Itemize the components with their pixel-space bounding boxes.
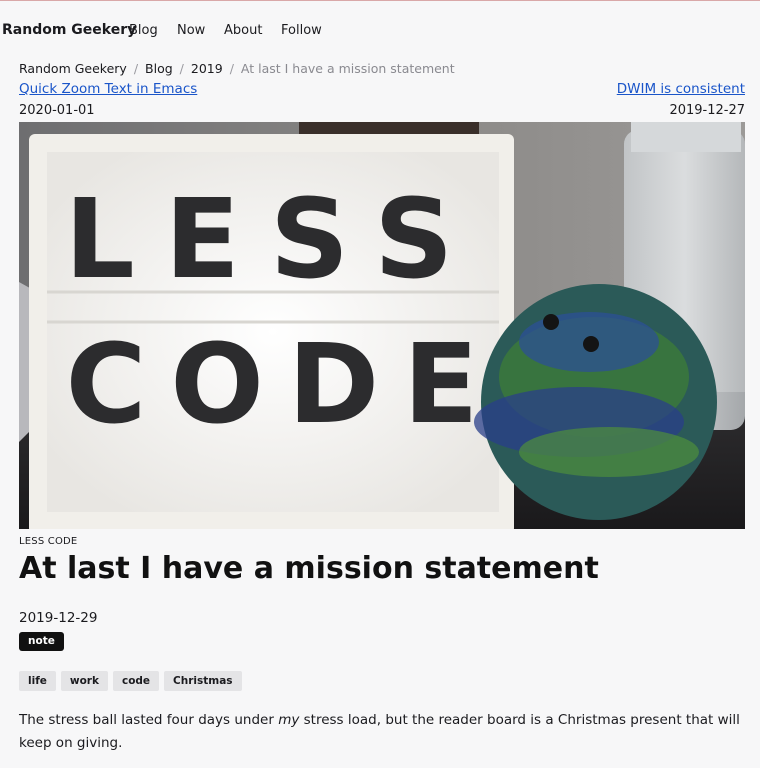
breadcrumb-separator: /: [229, 61, 234, 76]
nav-link-now[interactable]: Now: [177, 23, 205, 38]
post-body: The stress ball lasted four days under m…: [19, 709, 747, 755]
tag-list: life work code Christmas: [19, 671, 242, 691]
prev-post-link[interactable]: Quick Zoom Text in Emacs: [19, 81, 197, 97]
site-brand-link[interactable]: Random Geekery: [2, 22, 136, 38]
sign-line-1: LESS: [65, 175, 484, 303]
hero-image: LESS CODE: [19, 122, 745, 529]
breadcrumb-separator: /: [133, 61, 139, 76]
post-title: At last I have a mission statement: [19, 551, 599, 586]
breadcrumb-separator: /: [179, 61, 184, 76]
breadcrumb-home[interactable]: Random Geekery: [19, 61, 127, 76]
tag-work[interactable]: work: [60, 671, 108, 691]
tag-life[interactable]: life: [19, 671, 56, 691]
next-post-date: 2019-12-27: [669, 103, 745, 118]
breadcrumb: Random Geekery / Blog / 2019 / At last I…: [19, 61, 455, 76]
nav-link-about[interactable]: About: [224, 23, 262, 38]
post-type-badge[interactable]: note: [19, 632, 64, 651]
next-post-link[interactable]: DWIM is consistent: [617, 81, 745, 97]
tag-christmas[interactable]: Christmas: [164, 671, 242, 691]
sign-line-2: CODE: [66, 320, 503, 448]
body-text-part: The stress ball lasted four days under: [19, 712, 279, 728]
tag-code[interactable]: code: [112, 671, 160, 691]
prev-post-date: 2020-01-01: [19, 103, 95, 118]
post-date: 2019-12-29: [19, 610, 98, 626]
nav-link-blog[interactable]: Blog: [129, 23, 158, 38]
nav-link-follow[interactable]: Follow: [281, 23, 322, 38]
top-nav: Random Geekery Blog Now About Follow: [0, 1, 760, 59]
breadcrumb-year[interactable]: 2019: [191, 61, 223, 76]
breadcrumb-blog[interactable]: Blog: [145, 61, 173, 76]
body-text-emphasis: my: [278, 712, 300, 728]
breadcrumb-current: At last I have a mission statement: [240, 61, 455, 76]
image-caption: LESS CODE: [19, 536, 78, 547]
